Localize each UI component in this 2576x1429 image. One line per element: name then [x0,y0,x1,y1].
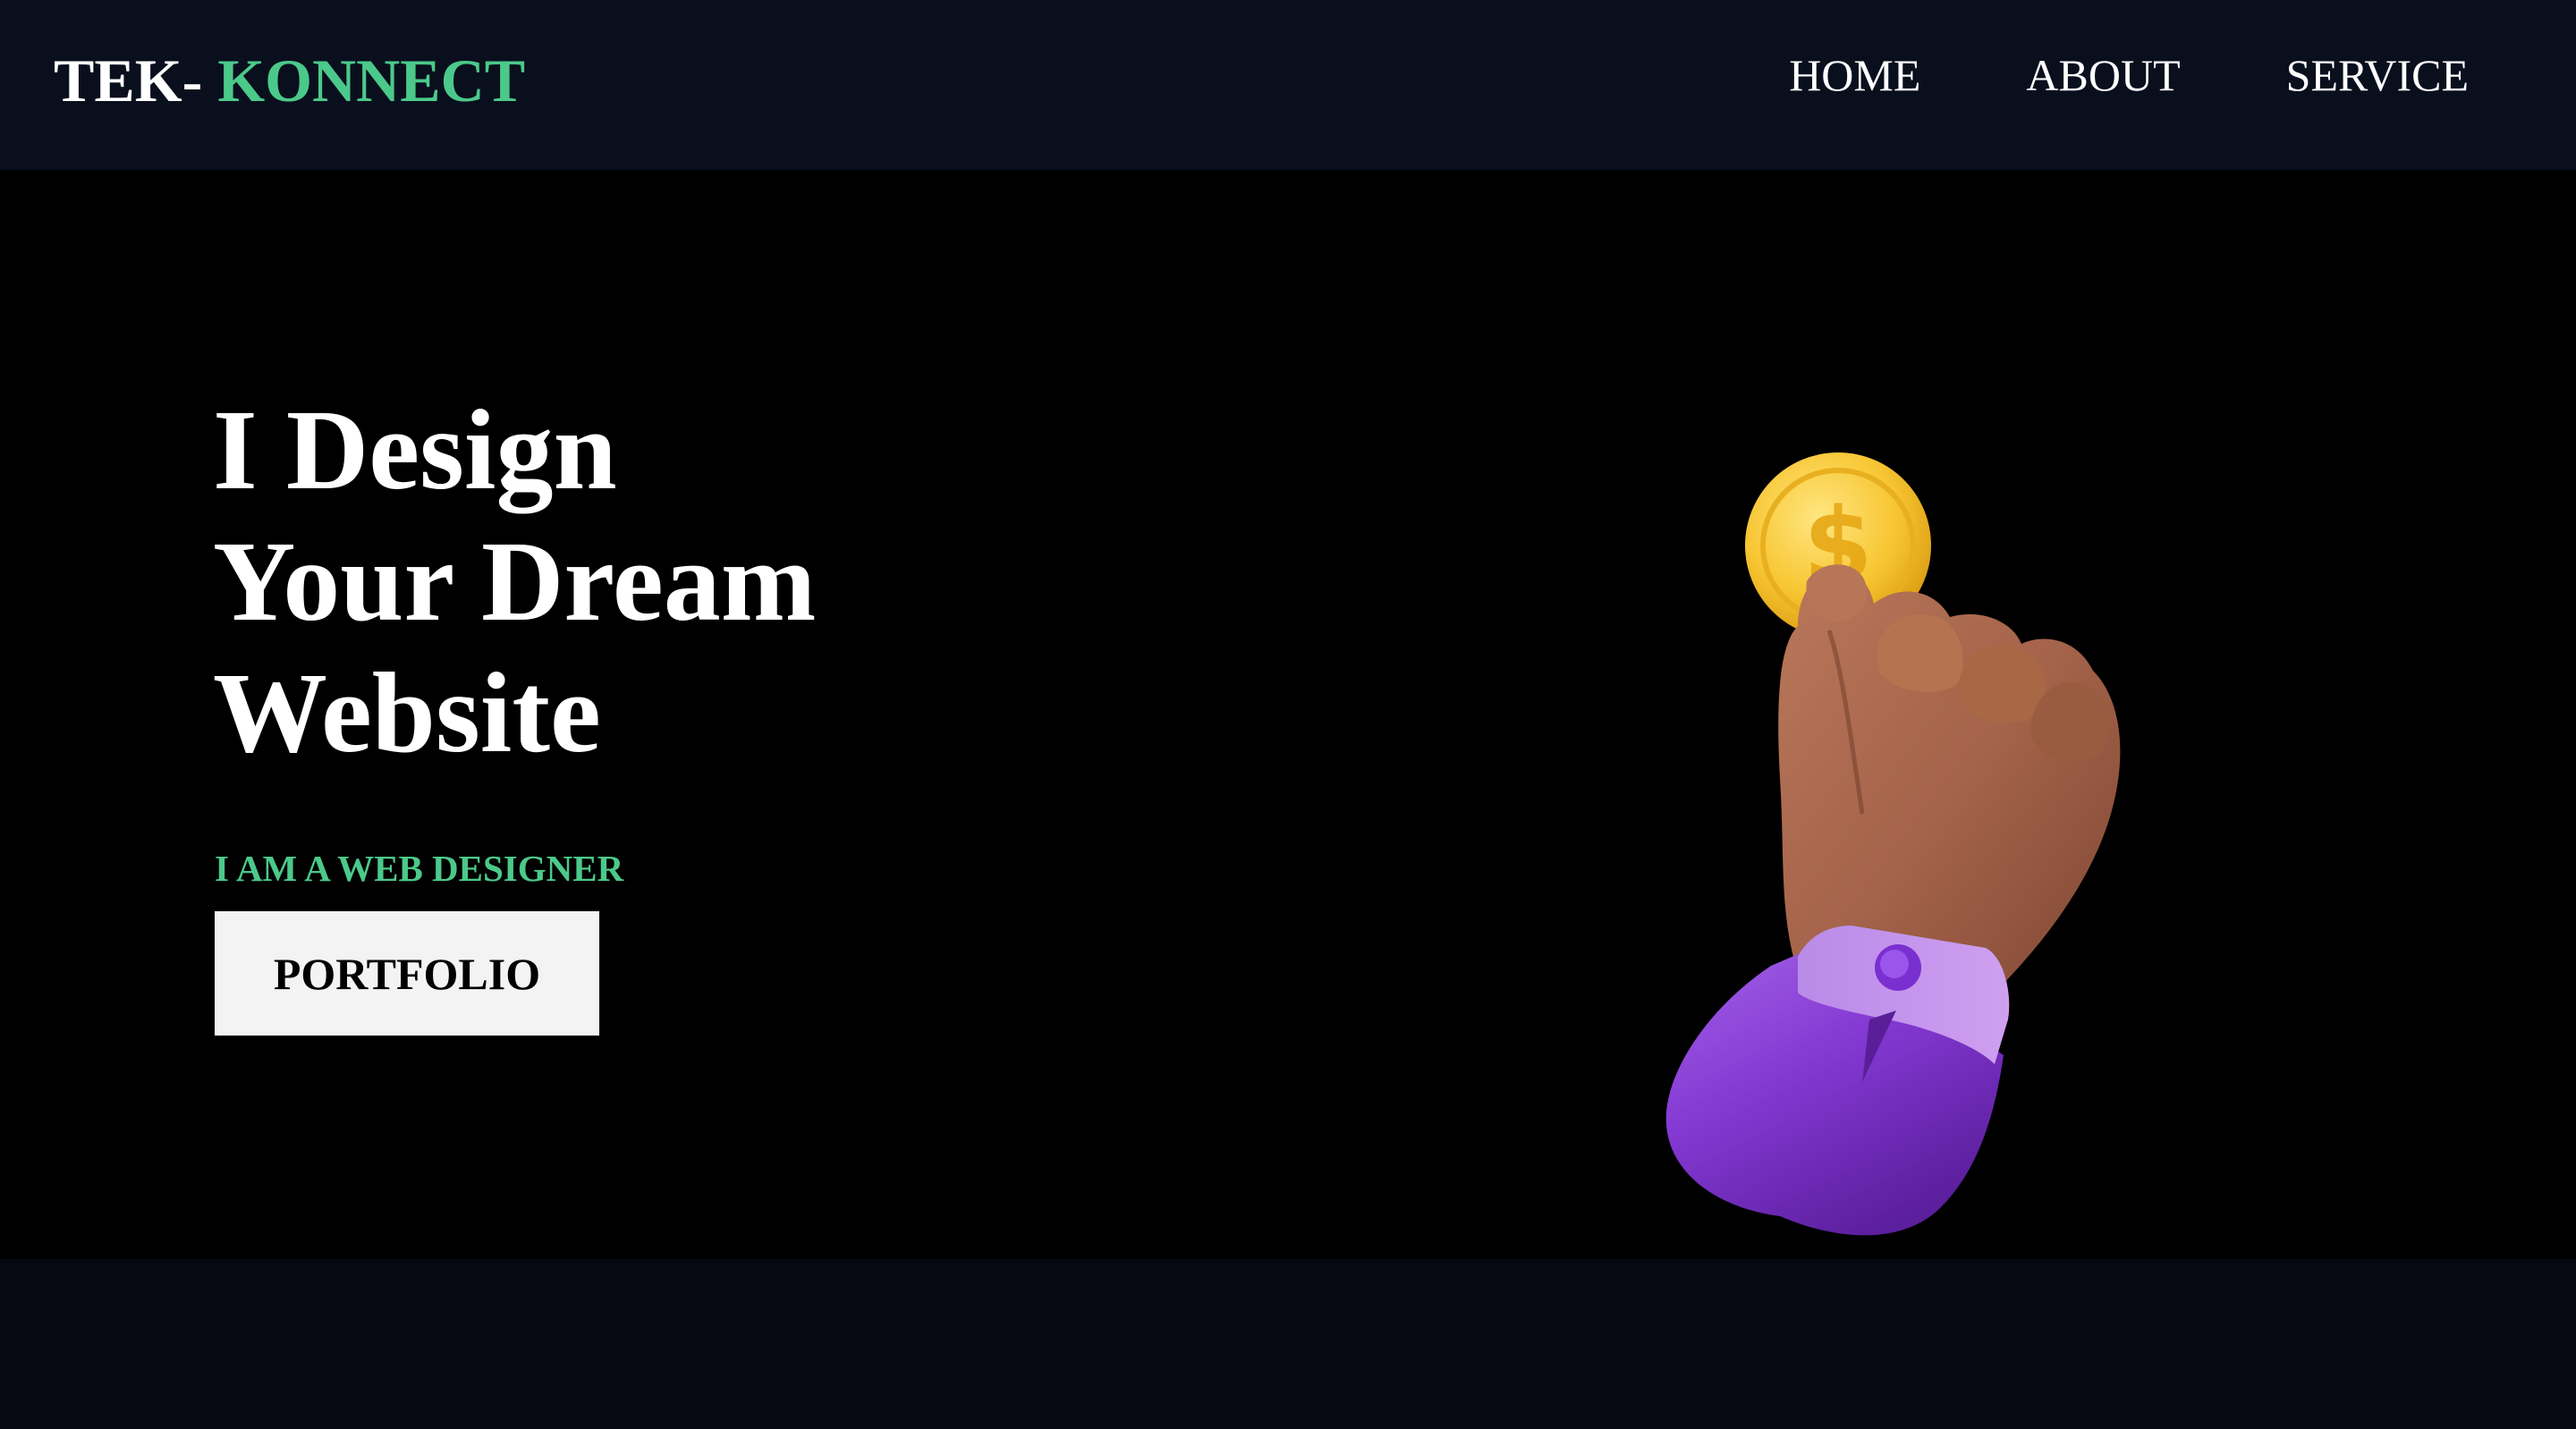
headline-line-2: Your Dream [213,518,817,645]
hero-section: I Design Your Dream Website I AM A WEB D… [0,170,2576,1259]
headline-line-1: I Design [213,386,617,513]
logo-text-green: KONNECT [217,47,526,114]
hero-headline: I Design Your Dream Website [213,385,816,779]
nav-link-service[interactable]: SERVICE [2286,47,2469,104]
footer-band [0,1259,2576,1429]
nav-menu: HOME ABOUT SERVICE [1789,47,2469,104]
logo-text-white: TEK- [54,47,218,114]
portfolio-button[interactable]: PORTFOLIO [215,911,599,1036]
logo[interactable]: TEK- KONNECT [54,45,525,116]
navbar: TEK- KONNECT HOME ABOUT SERVICE [0,0,2576,170]
nav-link-about[interactable]: ABOUT [2026,47,2180,104]
page: TEK- KONNECT HOME ABOUT SERVICE I Design… [0,0,2576,1429]
hand-holding-coin-icon: $ [1665,452,2121,1236]
nav-link-home[interactable]: HOME [1789,47,1920,104]
headline-line-3: Website [213,649,601,776]
hero-tagline: I AM A WEB DESIGNER [215,848,624,889]
